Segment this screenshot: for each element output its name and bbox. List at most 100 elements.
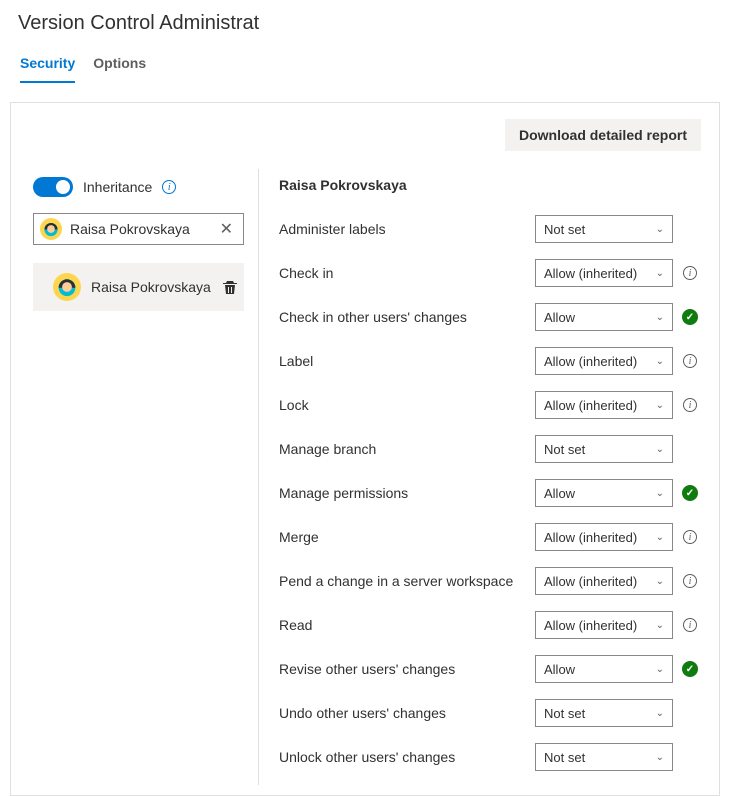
permission-select[interactable]: Allow ⌄ xyxy=(535,655,673,683)
permission-row: Revise other users' changes Allow ⌄ ✓ xyxy=(273,653,701,685)
status-slot: i xyxy=(679,530,701,544)
chevron-down-icon: ⌄ xyxy=(656,664,664,675)
trash-icon[interactable] xyxy=(222,279,238,295)
identity-sidebar: Inheritance i Raisa Pokrovskaya ✕ xyxy=(11,169,259,785)
permission-select[interactable]: Allow (inherited) ⌄ xyxy=(535,259,673,287)
permission-value: Not set xyxy=(544,222,585,237)
info-icon[interactable]: i xyxy=(683,354,697,368)
toggle-knob xyxy=(56,180,70,194)
permission-label: Pend a change in a server workspace xyxy=(273,573,535,589)
permission-value: Allow (inherited) xyxy=(544,530,637,545)
check-icon: ✓ xyxy=(682,309,698,325)
permission-select[interactable]: Allow (inherited) ⌄ xyxy=(535,523,673,551)
permission-select[interactable]: Not set ⌄ xyxy=(535,699,673,727)
permission-row: Check in other users' changesAllow⌄ ✓ xyxy=(273,301,701,333)
permission-label: Lock xyxy=(273,397,535,413)
status-slot: i xyxy=(679,618,701,632)
permission-value: Allow xyxy=(544,662,575,677)
page-title: Version Control Administrat xyxy=(18,12,712,35)
chevron-down-icon: ⌄ xyxy=(656,708,664,719)
permission-select[interactable]: Allow (inherited) ⌄ xyxy=(535,391,673,419)
permission-label: Check in other users' changes xyxy=(273,309,535,325)
permission-row: Unlock other users' changes Not set ⌄ xyxy=(273,741,701,773)
permission-row: Read Allow (inherited) ⌄ i xyxy=(273,609,701,641)
info-icon[interactable]: i xyxy=(683,574,697,588)
permission-select[interactable]: Allow (inherited) ⌄ xyxy=(535,567,673,595)
permission-value: Allow (inherited) xyxy=(544,266,637,281)
chevron-down-icon: ⌄ xyxy=(656,268,664,279)
info-icon[interactable]: i xyxy=(683,398,697,412)
permission-select[interactable]: Not set ⌄ xyxy=(535,215,673,243)
permission-value: Allow (inherited) xyxy=(544,398,637,413)
inheritance-toggle[interactable] xyxy=(33,177,73,197)
permission-value: Not set xyxy=(544,706,585,721)
avatar-icon xyxy=(40,218,62,240)
permission-select[interactable]: Allow (inherited) ⌄ xyxy=(535,611,673,639)
permission-value: Allow xyxy=(544,486,575,501)
permission-row: Label Allow (inherited) ⌄ i xyxy=(273,345,701,377)
tab-options[interactable]: Options xyxy=(93,49,146,83)
clear-icon[interactable]: ✕ xyxy=(216,219,237,239)
permission-select[interactable]: Not set⌄ xyxy=(535,435,673,463)
security-panel: Download detailed report Inheritance i R… xyxy=(10,102,720,796)
permission-label: Revise other users' changes xyxy=(273,661,535,677)
info-icon[interactable]: i xyxy=(683,266,697,280)
permission-label: Unlock other users' changes xyxy=(273,749,535,765)
permission-value: Allow xyxy=(544,310,575,325)
chevron-down-icon: ⌄ xyxy=(656,400,664,411)
chevron-down-icon: ⌄ xyxy=(656,532,664,543)
tab-security[interactable]: Security xyxy=(20,49,75,83)
permission-label: Merge xyxy=(273,529,535,545)
avatar-icon xyxy=(53,273,81,301)
download-report-button[interactable]: Download detailed report xyxy=(505,119,701,151)
info-icon[interactable]: i xyxy=(683,618,697,632)
permission-row: Merge Allow (inherited) ⌄ i xyxy=(273,521,701,553)
status-slot: i xyxy=(679,266,701,280)
permission-label: Read xyxy=(273,617,535,633)
detail-title: Raisa Pokrovskaya xyxy=(279,177,701,193)
search-input-value: Raisa Pokrovskaya xyxy=(70,221,208,237)
status-slot: i xyxy=(679,354,701,368)
identity-list-item[interactable]: Raisa Pokrovskaya xyxy=(33,263,244,311)
tab-bar: Security Options xyxy=(18,49,712,84)
permissions-detail: Raisa Pokrovskaya Administer labels Not s… xyxy=(259,169,719,785)
permission-row: Undo other users' changes Not set ⌄ xyxy=(273,697,701,729)
permission-value: Allow (inherited) xyxy=(544,618,637,633)
permission-select[interactable]: Not set ⌄ xyxy=(535,743,673,771)
permission-value: Allow (inherited) xyxy=(544,354,637,369)
permission-row: Manage permissionsAllow⌄ ✓ xyxy=(273,477,701,509)
permission-label: Label xyxy=(273,353,535,369)
permission-label: Manage permissions xyxy=(273,485,535,501)
chevron-down-icon: ⌄ xyxy=(656,620,664,631)
status-slot: ✓ xyxy=(679,309,701,325)
permission-row: Manage branchNot set⌄ xyxy=(273,433,701,465)
permission-select[interactable]: Allow⌄ xyxy=(535,479,673,507)
check-icon: ✓ xyxy=(682,485,698,501)
info-icon[interactable]: i xyxy=(162,180,176,194)
info-icon[interactable]: i xyxy=(683,530,697,544)
chevron-down-icon: ⌄ xyxy=(656,356,664,367)
permission-value: Allow (inherited) xyxy=(544,574,637,589)
status-slot: ✓ xyxy=(679,661,701,677)
permission-select[interactable]: Allow (inherited) ⌄ xyxy=(535,347,673,375)
permission-label: Manage branch xyxy=(273,441,535,457)
permission-select[interactable]: Allow⌄ xyxy=(535,303,673,331)
chevron-down-icon: ⌄ xyxy=(656,576,664,587)
chevron-down-icon: ⌄ xyxy=(656,224,664,235)
inheritance-label: Inheritance xyxy=(83,179,152,195)
permission-label: Administer labels xyxy=(273,221,535,237)
identity-name: Raisa Pokrovskaya xyxy=(91,279,212,295)
permission-value: Not set xyxy=(544,750,585,765)
permission-value: Not set xyxy=(544,442,585,457)
permission-label: Check in xyxy=(273,265,535,281)
chevron-down-icon: ⌄ xyxy=(656,752,664,763)
permission-label: Undo other users' changes xyxy=(273,705,535,721)
check-icon: ✓ xyxy=(682,661,698,677)
status-slot: i xyxy=(679,398,701,412)
permission-row: Check in Allow (inherited) ⌄ i xyxy=(273,257,701,289)
status-slot: ✓ xyxy=(679,485,701,501)
permission-row: Administer labels Not set ⌄ xyxy=(273,213,701,245)
status-slot: i xyxy=(679,574,701,588)
permission-row: Pend a change in a server workspaceAllow… xyxy=(273,565,701,597)
identity-search-input[interactable]: Raisa Pokrovskaya ✕ xyxy=(33,213,244,245)
